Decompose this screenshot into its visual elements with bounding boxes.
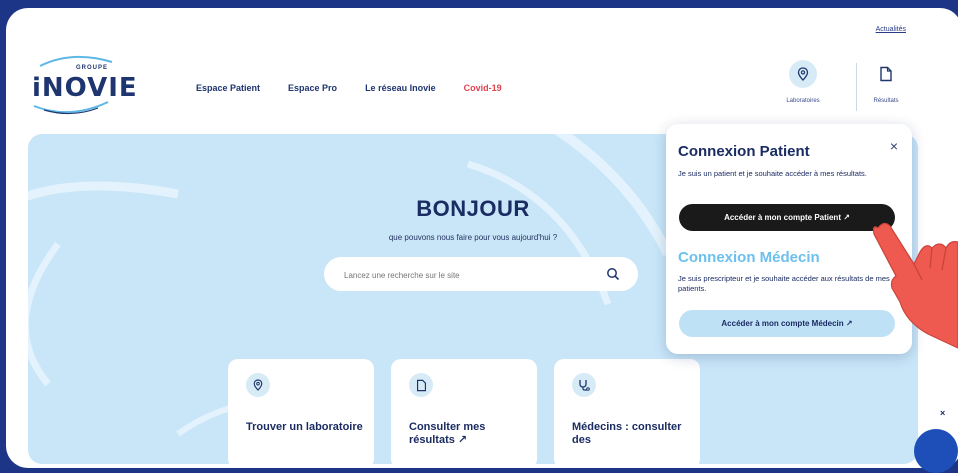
- browser-frame: Actualités GROUPE iNOVIE Espace Patient …: [6, 8, 958, 468]
- logo-wordmark: iNOVIE: [32, 73, 138, 103]
- laboratoires-button[interactable]: Laboratoires: [775, 60, 831, 104]
- patient-account-button[interactable]: Accéder à mon compte Patient ↗: [679, 204, 895, 231]
- header-divider: [856, 63, 857, 111]
- card-consulter-resultats[interactable]: Consulter mes résultats ↗: [391, 359, 537, 468]
- close-icon[interactable]: ×: [890, 138, 898, 154]
- search-icon[interactable]: [606, 267, 620, 281]
- document-icon: [409, 373, 433, 397]
- nav-covid[interactable]: Covid-19: [464, 83, 502, 93]
- search-input[interactable]: [342, 265, 586, 285]
- location-pin-icon: [789, 60, 817, 88]
- site-search[interactable]: [324, 257, 638, 291]
- side-close-icon[interactable]: ×: [940, 408, 945, 418]
- card-title: Médecins : consulter des: [572, 421, 682, 446]
- nav-reseau-inovie[interactable]: Le réseau Inovie: [365, 83, 436, 93]
- medecin-login-title: Connexion Médecin: [678, 249, 820, 266]
- chat-widget-button[interactable]: [914, 429, 958, 473]
- resultats-button[interactable]: Résultats: [858, 60, 914, 104]
- patient-login-title: Connexion Patient: [678, 143, 810, 160]
- card-trouver-laboratoire[interactable]: Trouver un laboratoire: [228, 359, 374, 468]
- actualites-link[interactable]: Actualités: [876, 26, 906, 33]
- medecin-account-button[interactable]: Accéder à mon compte Médecin ↗: [679, 310, 895, 337]
- resultats-label: Résultats: [873, 98, 899, 104]
- card-title: Consulter mes résultats ↗: [409, 421, 486, 446]
- card-medecins[interactable]: Médecins : consulter des: [554, 359, 700, 468]
- document-icon: [872, 60, 900, 88]
- pointing-hand-icon: [872, 222, 958, 349]
- nav-espace-pro[interactable]: Espace Pro: [288, 83, 337, 93]
- inovie-logo[interactable]: GROUPE iNOVIE: [20, 48, 137, 118]
- patient-login-text: Je suis un patient et je souhaite accéde…: [678, 169, 867, 178]
- location-pin-icon: [246, 373, 270, 397]
- laboratoires-label: Laboratoires: [786, 98, 820, 104]
- logo-tagline: GROUPE: [76, 65, 109, 71]
- main-nav: Espace Patient Espace Pro Le réseau Inov…: [196, 83, 502, 93]
- nav-espace-patient[interactable]: Espace Patient: [196, 83, 260, 93]
- stethoscope-icon: [572, 373, 596, 397]
- card-title: Trouver un laboratoire: [246, 421, 363, 433]
